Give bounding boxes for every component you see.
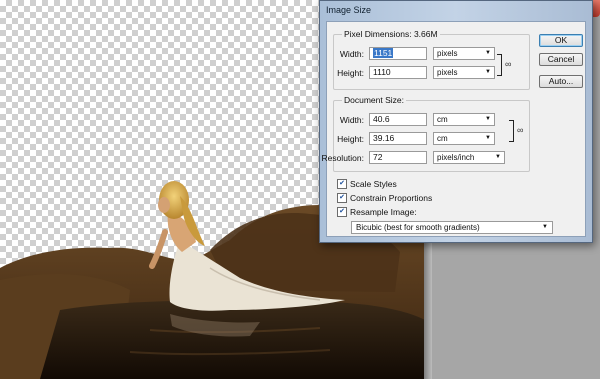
resolution-label: Resolution: [321,153,364,163]
resolution-unit-select[interactable]: pixels/inch ▼ [433,151,505,164]
chevron-down-icon: ▼ [485,116,491,122]
dialog-title: Image Size [326,5,372,15]
doc-height-field[interactable]: 39.16 [369,132,427,145]
chain-link-icon: ∞ [505,59,512,69]
doc-constrain-bracket [509,120,514,142]
chevron-down-icon: ▼ [485,135,491,141]
pixel-width-unit-select[interactable]: pixels ▼ [433,47,495,60]
doc-height-unit-select[interactable]: cm ▼ [433,132,495,145]
checkmark-icon: ✔ [337,178,347,189]
constrain-proportions-checkbox[interactable]: ✔ Constrain Proportions [337,192,432,204]
checkmark-icon: ✔ [337,192,347,203]
chevron-down-icon: ▼ [485,50,491,56]
chevron-down-icon: ▼ [485,69,491,75]
doc-width-field[interactable]: 40.6 [369,113,427,126]
document-size-group: Document Size: Width: 40.6 cm ▼ Height: 3… [321,95,530,172]
cancel-button[interactable]: Cancel [539,53,583,66]
chevron-down-icon: ▼ [495,154,501,160]
doc-width-label: Width: [339,115,364,125]
scale-styles-checkbox[interactable]: ✔ Scale Styles [337,178,397,190]
doc-height-label: Height: [337,134,364,144]
pixel-dimensions-legend: Pixel Dimensions: 3.66M [342,29,440,39]
pixel-width-field[interactable]: 1151 [369,47,427,60]
pixel-width-label: Width: [339,49,364,59]
resample-image-checkbox[interactable]: ✔ Resample Image: [337,206,417,218]
dialog-body: Pixel Dimensions: 3.66M Width: 1151 pixe… [321,21,586,237]
resolution-field[interactable]: 72 [369,151,427,164]
ok-button[interactable]: OK [539,34,583,47]
chain-link-icon: ∞ [517,125,524,135]
pixel-dimensions-size: 3.66M [413,29,438,39]
pixel-height-label: Height: [337,68,364,78]
auto-button[interactable]: Auto... [539,75,583,88]
doc-width-unit-select[interactable]: cm ▼ [433,113,495,126]
chevron-down-icon: ▼ [542,224,548,230]
pixel-height-field[interactable]: 1110 [369,66,427,79]
resample-method-select[interactable]: Bicubic (best for smooth gradients) ▼ [351,221,553,234]
pixel-height-unit-select[interactable]: pixels ▼ [433,66,495,79]
pixel-constrain-bracket [497,54,502,76]
checkmark-icon: ✔ [337,206,347,217]
document-size-legend: Document Size: [342,95,406,105]
image-size-dialog: Image Size Pixel Dimensions: 3.66M Width… [319,0,593,243]
